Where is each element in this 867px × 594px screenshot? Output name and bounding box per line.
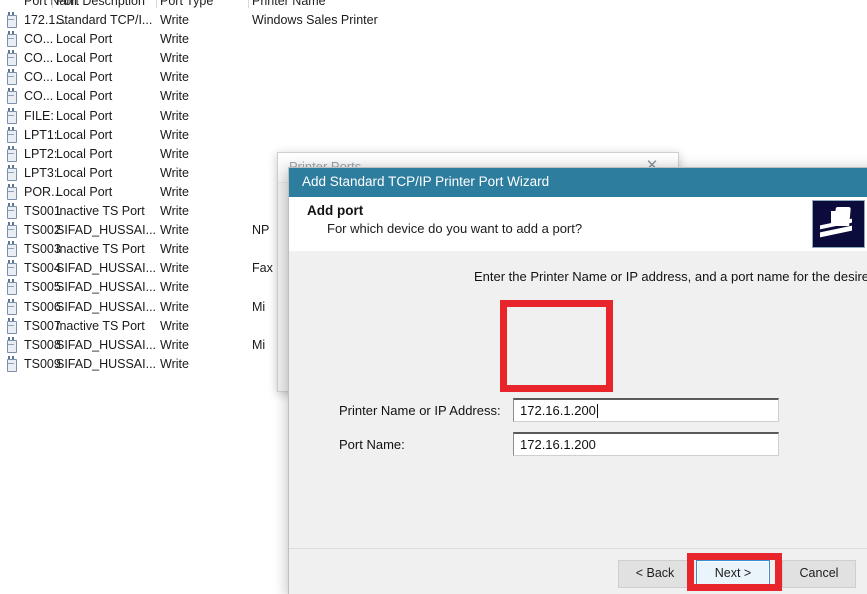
cell-port-description: Inactive TS Port — [56, 204, 145, 218]
cell-port-description: Local Port — [56, 70, 113, 85]
cell-port-description: SIFAD_HUSSAI... — [56, 337, 157, 352]
cancel-button[interactable]: Cancel — [782, 560, 856, 588]
wizard-footer: < Back Next > Cancel — [289, 548, 867, 594]
wizard-header-subtitle: For which device do you want to add a po… — [327, 221, 583, 236]
cell-port-type: Write — [160, 89, 189, 104]
cell-port-type: Write — [160, 337, 189, 352]
table-row[interactable]: LPT1: Local Port Write — [0, 126, 867, 145]
cell-port-description: SIFAD_HUSSAI... — [56, 223, 157, 238]
cell-port-type: Write — [160, 184, 189, 199]
table-row[interactable]: CO... Local Port Write — [0, 87, 867, 106]
cell-port-type: Write — [160, 223, 189, 238]
cell-port-type: Write — [160, 318, 189, 333]
cell-printer-name: Windows Sales Printer — [252, 13, 378, 27]
cell-port-description: SIFAD_HUSSAI... — [56, 356, 157, 371]
column-divider[interactable] — [52, 0, 53, 8]
port-name-value: 172.16.1.200 — [520, 437, 596, 452]
column-divider[interactable] — [248, 0, 249, 8]
cell-port-description: SIFAD_HUSSAI... — [56, 280, 157, 295]
cell-port-description: Local Port — [56, 127, 113, 142]
cell-port-description: SIFAD_HUSSAI... — [56, 299, 157, 314]
table-row[interactable]: CO... Local Port Write — [0, 68, 867, 87]
cell-port-type: Write — [160, 299, 189, 314]
next-button[interactable]: Next > — [696, 560, 770, 588]
wizard-header-title: Add port — [307, 203, 364, 218]
wizard-header: Add port For which device do you want to… — [289, 197, 867, 252]
cell-port-description: Inactive TS Port — [56, 318, 145, 333]
port-name-input[interactable]: 172.16.1.200 — [513, 432, 779, 456]
table-row[interactable]: CO... Local Port Write — [0, 30, 867, 49]
cell-port-type: Write — [160, 32, 189, 47]
cell-port-type: Write — [160, 204, 189, 218]
table-row[interactable]: FILE: Local Port Write — [0, 107, 867, 126]
cell-port-description: Local Port — [56, 165, 113, 180]
cell-port-description: Inactive TS Port — [56, 242, 145, 257]
cell-port-type: Write — [160, 127, 189, 142]
cell-port-description: Local Port — [56, 89, 113, 104]
cell-port-description: Local Port — [56, 32, 113, 47]
printer-icon — [812, 200, 865, 248]
column-header-printer-name[interactable]: Printer Name — [252, 0, 452, 8]
port-name-label: Port Name: — [339, 437, 405, 452]
column-header-port-description[interactable]: Port Description — [56, 0, 154, 8]
cell-port-type: Write — [160, 261, 189, 276]
back-button[interactable]: < Back — [618, 560, 692, 588]
column-header-port-type[interactable]: Port Type — [160, 0, 244, 8]
cell-port-type: Write — [160, 356, 189, 371]
cell-port-description: SIFAD_HUSSAI... — [56, 261, 157, 276]
cell-port-type: Write — [160, 70, 189, 85]
printer-name-input[interactable]: 172.16.1.200 — [513, 398, 779, 422]
add-port-wizard-dialog: Add Standard TCP/IP Printer Port Wizard … — [288, 167, 867, 594]
cell-port-type: Write — [160, 108, 189, 123]
port-icon — [6, 355, 22, 377]
table-row[interactable]: CO... Local Port Write — [0, 49, 867, 68]
screen-root: Port Nam Port Description Port Type Prin… — [0, 0, 867, 594]
printer-name-label: Printer Name or IP Address: — [339, 403, 501, 418]
wizard-content: Enter the Printer Name or IP address, an… — [289, 251, 867, 549]
cell-port-description: Local Port — [56, 146, 113, 161]
cell-port-type: Write — [160, 242, 189, 257]
wizard-instruction-text: Enter the Printer Name or IP address, an… — [474, 269, 867, 284]
cell-port-type: Write — [160, 51, 189, 66]
cell-port-description: Local Port — [56, 184, 113, 199]
cell-port-type: Write — [160, 280, 189, 295]
cell-port-type: Write — [160, 165, 189, 180]
cell-port-description: Local Port — [56, 108, 113, 123]
text-caret — [596, 404, 598, 418]
table-row[interactable]: 172.1... Standard TCP/I... Write Windows Sa… — [0, 11, 867, 30]
wizard-title: Add Standard TCP/IP Printer Port Wizard — [302, 174, 550, 189]
cell-port-type: Write — [160, 146, 189, 161]
cell-port-type: Write — [160, 13, 189, 27]
printer-name-value: 172.16.1.200 — [520, 403, 596, 418]
column-divider[interactable] — [156, 0, 157, 8]
cell-port-description: Local Port — [56, 51, 113, 66]
cell-port-description: Standard TCP/I... — [56, 13, 153, 27]
